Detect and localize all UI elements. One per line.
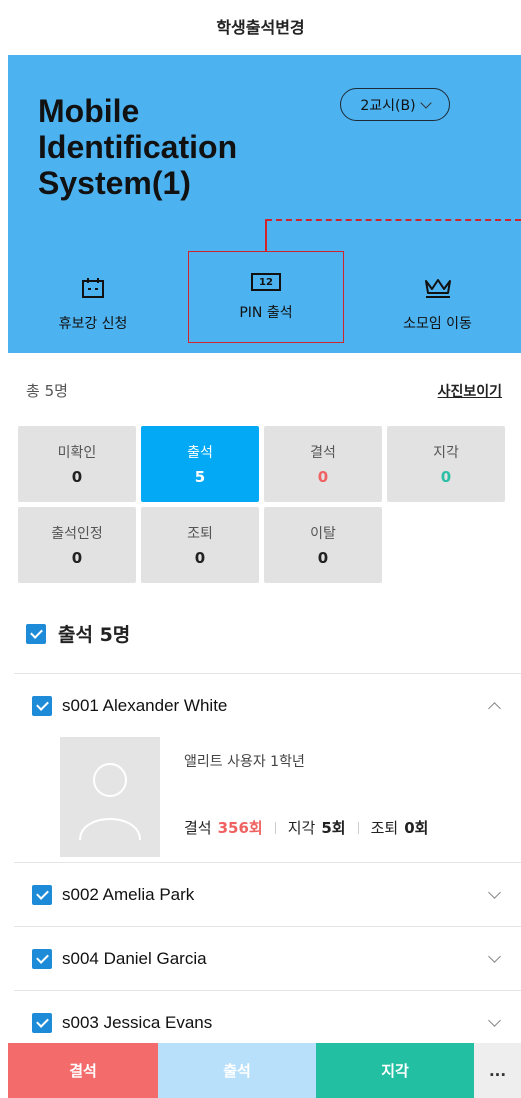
course-title: Mobile Identification System(1) bbox=[38, 93, 238, 201]
summary-header: 총 5명 사진보이기 bbox=[26, 380, 502, 401]
avatar bbox=[60, 737, 160, 857]
page-title: 학생출석변경 bbox=[216, 18, 305, 37]
pin-keypad-icon: 12 bbox=[250, 272, 282, 292]
section-header: 출석 5명 bbox=[26, 620, 130, 647]
status-label: 조퇴 bbox=[187, 526, 213, 542]
status-late[interactable]: 지각 0 bbox=[387, 426, 505, 502]
status-label: 지각 bbox=[433, 445, 459, 461]
chevron-down-icon[interactable] bbox=[488, 949, 501, 963]
status-count: 5 bbox=[194, 468, 206, 486]
pin-icon-glyph: 12 bbox=[259, 276, 273, 288]
early-label: 조퇴 bbox=[370, 819, 399, 837]
student-name: s001 Alexander White bbox=[62, 695, 228, 715]
student-checkbox[interactable] bbox=[32, 884, 52, 905]
early-value: 0회 bbox=[404, 819, 429, 837]
list-item: s002 Amelia Park bbox=[14, 862, 521, 926]
mark-late-button[interactable]: 지각 bbox=[316, 1043, 474, 1098]
crown-icon bbox=[423, 277, 453, 303]
status-unconfirmed[interactable]: 미확인 0 bbox=[18, 426, 136, 502]
status-label: 미확인 bbox=[57, 445, 97, 461]
hero-actions: 휴보강 신청 12 PIN 출석 소모임 이동 bbox=[8, 251, 521, 347]
course-hero: Mobile Identification System(1) 2교시(B) 휴… bbox=[8, 55, 521, 353]
status-left[interactable]: 이탈 0 bbox=[264, 507, 382, 583]
mark-present-button[interactable]: 출석 bbox=[158, 1043, 316, 1098]
period-selector[interactable]: 2교시(B) bbox=[340, 88, 450, 121]
status-label: 출석 bbox=[187, 445, 213, 461]
student-stats: 결석 356회 지각 5회 조퇴 0회 bbox=[184, 817, 428, 838]
chevron-up-icon[interactable] bbox=[488, 701, 501, 715]
status-count: 0 bbox=[317, 549, 329, 567]
group-move-button[interactable]: 소모임 이동 bbox=[354, 263, 521, 347]
group-move-label: 소모임 이동 bbox=[403, 316, 472, 332]
status-count: 0 bbox=[194, 549, 206, 567]
status-absent[interactable]: 결석 0 bbox=[264, 426, 382, 502]
student-detail: 앨리트 사용자 1학년 결석 356회 지각 5회 조퇴 0회 bbox=[14, 737, 521, 862]
student-name: s002 Amelia Park bbox=[62, 884, 195, 904]
calendar-icon bbox=[81, 277, 105, 303]
student-name: s004 Daniel Garcia bbox=[62, 948, 207, 968]
chevron-down-icon bbox=[419, 96, 432, 109]
student-row-header[interactable]: s002 Amelia Park bbox=[14, 863, 521, 926]
total-count: 총 5명 bbox=[26, 382, 68, 400]
section-label: 출석 5명 bbox=[58, 624, 131, 646]
divider bbox=[274, 821, 276, 834]
list-item: s001 Alexander White 앨리트 사용자 1학년 결석 356회… bbox=[14, 673, 521, 862]
mark-absent-button[interactable]: 결석 bbox=[8, 1043, 158, 1098]
chevron-down-icon[interactable] bbox=[488, 1013, 501, 1027]
divider bbox=[357, 821, 359, 834]
status-present[interactable]: 출석 5 bbox=[141, 426, 259, 502]
status-count: 0 bbox=[71, 549, 83, 567]
absent-label: 결석 bbox=[184, 819, 212, 837]
status-approved[interactable]: 출석인정 0 bbox=[18, 507, 136, 583]
select-all-checkbox[interactable] bbox=[26, 623, 46, 644]
student-info: 앨리트 사용자 1학년 bbox=[184, 754, 305, 770]
list-item: s004 Daniel Garcia bbox=[14, 926, 521, 990]
status-label: 이탈 bbox=[310, 526, 336, 542]
student-checkbox[interactable] bbox=[32, 695, 52, 716]
student-name: s003 Jessica Evans bbox=[62, 1012, 213, 1032]
more-options-button[interactable]: ... bbox=[474, 1043, 521, 1098]
pin-attendance-button[interactable]: 12 PIN 출석 bbox=[188, 251, 344, 343]
chevron-down-icon[interactable] bbox=[488, 885, 501, 899]
student-row-header[interactable]: s001 Alexander White bbox=[14, 674, 521, 737]
student-row-header[interactable]: s004 Daniel Garcia bbox=[14, 927, 521, 990]
student-checkbox[interactable] bbox=[32, 948, 52, 969]
status-count: 0 bbox=[317, 468, 329, 486]
status-count: 0 bbox=[440, 468, 452, 486]
status-count: 0 bbox=[71, 468, 83, 486]
bottom-action-bar: 결석 출석 지각 ... bbox=[8, 1043, 521, 1098]
highlight-connector-line bbox=[265, 219, 267, 252]
status-early-leave[interactable]: 조퇴 0 bbox=[141, 507, 259, 583]
late-value: 5회 bbox=[321, 819, 346, 837]
highlight-dashed-line bbox=[266, 219, 521, 221]
makeup-request-button[interactable]: 휴보강 신청 bbox=[8, 263, 178, 347]
status-label: 결석 bbox=[310, 445, 336, 461]
makeup-request-label: 휴보강 신청 bbox=[58, 316, 128, 332]
status-label: 출석인정 bbox=[51, 526, 103, 542]
absent-value: 356회 bbox=[217, 819, 263, 837]
pin-attendance-label: PIN 출석 bbox=[239, 305, 293, 321]
period-label: 2교시(B) bbox=[360, 97, 416, 114]
late-label: 지각 bbox=[287, 819, 316, 837]
status-filter-grid: 미확인 0 출석 5 결석 0 지각 0 출석인정 0 조퇴 0 이탈 0 bbox=[18, 426, 510, 583]
person-placeholder-icon bbox=[79, 763, 141, 841]
student-checkbox[interactable] bbox=[32, 1012, 52, 1033]
show-photos-link[interactable]: 사진보이기 bbox=[438, 381, 502, 401]
student-list: s001 Alexander White 앨리트 사용자 1학년 결석 356회… bbox=[14, 673, 521, 1054]
top-bar: 학생출석변경 bbox=[0, 0, 521, 52]
